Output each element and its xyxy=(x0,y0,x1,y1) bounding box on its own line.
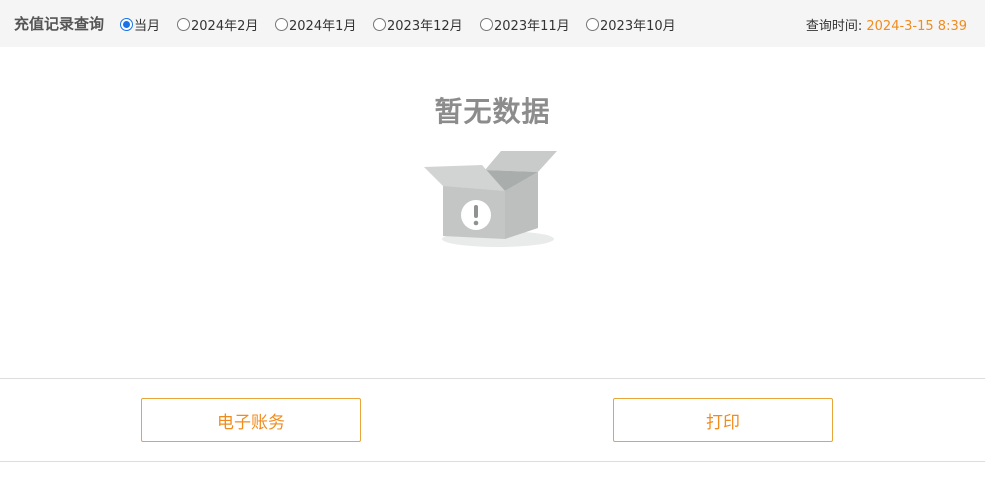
period-option-label: 2023年12月 xyxy=(387,19,463,34)
page-title: 充值记录查询 xyxy=(14,15,105,33)
period-option-2024-02[interactable]: 2024年2月 xyxy=(177,15,258,34)
divider-top xyxy=(0,378,985,379)
period-option-label: 2023年10月 xyxy=(600,19,676,34)
query-time-label: 查询时间: xyxy=(805,19,863,34)
period-option-current-month[interactable]: 当月 xyxy=(120,15,160,34)
open-box-exclamation-icon xyxy=(420,148,560,256)
radio-unselected-icon[interactable] xyxy=(275,18,288,31)
radio-unselected-icon[interactable] xyxy=(480,18,493,31)
radio-unselected-icon[interactable] xyxy=(373,18,386,31)
period-option-label: 2024年2月 xyxy=(191,19,259,34)
period-option-label: 2024年1月 xyxy=(289,19,357,34)
divider-bottom xyxy=(0,461,985,462)
query-time: 查询时间: 2024-3-15 8:39 xyxy=(806,15,967,34)
empty-state-title: 暂无数据 xyxy=(434,95,551,128)
period-option-2023-12[interactable]: 2023年12月 xyxy=(373,15,463,34)
period-option-label: 2023年11月 xyxy=(494,19,570,34)
query-time-value: 2024-3-15 8:39 xyxy=(866,19,967,34)
radio-selected-icon[interactable] xyxy=(120,18,133,31)
query-header-bar: 充值记录查询 当月 2024年2月 2024年1月 2023年12月 2023年… xyxy=(0,0,985,47)
print-button[interactable]: 打印 xyxy=(613,398,833,442)
e-bill-button[interactable]: 电子账务 xyxy=(141,398,361,442)
period-option-label: 当月 xyxy=(134,19,161,34)
radio-unselected-icon[interactable] xyxy=(586,18,599,31)
radio-unselected-icon[interactable] xyxy=(177,18,190,31)
period-option-2024-01[interactable]: 2024年1月 xyxy=(275,15,356,34)
period-option-2023-10[interactable]: 2023年10月 xyxy=(586,15,676,34)
period-option-2023-11[interactable]: 2023年11月 xyxy=(480,15,570,34)
